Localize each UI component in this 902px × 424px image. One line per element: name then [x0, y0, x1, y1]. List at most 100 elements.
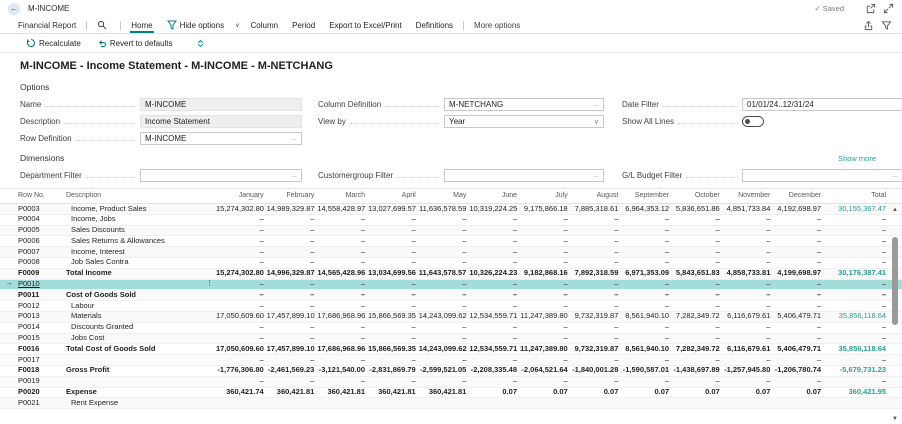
row-no-cell[interactable]: P0003	[18, 204, 66, 215]
total-value-cell[interactable]: 35,856,118.64	[824, 344, 886, 355]
description-cell[interactable]: Income, Product Sales	[66, 204, 216, 215]
column-header-row-no-[interactable]: Row No.	[18, 191, 66, 202]
description-cell[interactable]: Sales Returns & Allowances	[66, 236, 216, 247]
column-header-february[interactable]: February	[267, 191, 318, 202]
row-no-cell[interactable]: P0007	[18, 247, 66, 258]
description-cell[interactable]: ⋮	[66, 279, 216, 290]
grid-row[interactable]: P0012Labour–––––––––––––	[0, 301, 902, 312]
row-definition-field[interactable]: M-INCOME...	[140, 132, 302, 145]
grid-row[interactable]: P0006Sales Returns & Allowances–––––––––…	[0, 236, 902, 247]
description-cell[interactable]: Income, Interest	[66, 247, 216, 258]
description-cell[interactable]: Gross Profit	[66, 365, 216, 376]
grid-row[interactable]: P0007Income, Interest–––––––––––––	[0, 247, 902, 258]
total-value-cell[interactable]: 30,155,367.47	[824, 204, 886, 215]
grid-row[interactable]: P0017–––––––––––––	[0, 355, 902, 366]
row-no-cell[interactable]: P0019	[18, 376, 66, 387]
row-no-cell[interactable]: P0017	[18, 355, 66, 366]
show-all-lines-toggle[interactable]	[742, 116, 764, 127]
row-no-cell[interactable]: P0015	[18, 333, 66, 344]
scroll-down-icon[interactable]: ▼	[892, 414, 898, 424]
assist-edit-icon[interactable]: ...	[593, 172, 599, 179]
assist-edit-icon[interactable]: ...	[593, 101, 599, 108]
grid-row[interactable]: P0003Income, Product Sales15,274,302.801…	[0, 204, 902, 215]
row-no-cell[interactable]: P0004	[18, 214, 66, 225]
row-no-cell[interactable]: P0014	[18, 322, 66, 333]
row-no-cell[interactable]: P0020	[18, 387, 66, 398]
column-header-october[interactable]: October	[672, 191, 723, 202]
grid-row[interactable]: →P0010⋮–––––––––––––	[0, 280, 902, 291]
department-filter-field[interactable]: ...	[140, 169, 302, 182]
description-cell[interactable]: Rent Expense	[66, 398, 216, 409]
more-options-button[interactable]: More options	[467, 17, 527, 33]
grid-row[interactable]: F0018Gross Profit-1,776,306.80-2,461,569…	[0, 366, 902, 377]
assist-edit-icon[interactable]: ...	[291, 172, 297, 179]
search-button[interactable]	[90, 17, 117, 33]
grid-row[interactable]: P0008Job Sales Contra–––––––––––––	[0, 258, 902, 269]
tab-home[interactable]: Home	[124, 17, 159, 33]
column-header-november[interactable]: November	[723, 191, 774, 202]
description-cell[interactable]: Cost of Goods Sold	[66, 290, 216, 301]
scroll-up-icon[interactable]: ▲	[892, 205, 898, 215]
row-no-cell[interactable]: P0013	[18, 311, 66, 322]
grid-row[interactable]: P0021Rent Expense	[0, 398, 902, 409]
description-cell[interactable]: Sales Discounts	[66, 225, 216, 236]
grid-row[interactable]: F0009Total Income15,274,302.8014,996,329…	[0, 269, 902, 280]
column-header-may[interactable]: May	[419, 191, 470, 202]
row-no-cell[interactable]: P0008	[18, 257, 66, 268]
view-by-select[interactable]: Year∨	[444, 115, 604, 128]
column-header-march[interactable]: March	[317, 191, 368, 202]
name-field[interactable]: M-INCOME	[140, 98, 302, 111]
show-more-link[interactable]: Show more	[838, 154, 876, 163]
assist-edit-icon[interactable]: ...	[291, 135, 297, 142]
column-header-description[interactable]: Description	[66, 191, 216, 202]
description-cell[interactable]: Expense	[66, 387, 216, 398]
column-header-august[interactable]: August	[571, 191, 622, 202]
column-header-january[interactable]: January	[216, 191, 267, 202]
row-menu-icon[interactable]: ⋮	[206, 279, 216, 290]
description-cell[interactable]: Total Cost of Goods Sold	[66, 344, 216, 355]
expand-icon[interactable]	[883, 3, 894, 14]
row-no-cell[interactable]: P0005	[18, 225, 66, 236]
description-cell[interactable]: Discounts Granted	[66, 322, 216, 333]
grid-row[interactable]: P0013Materials17,050,609.6017,457,899.10…	[0, 312, 902, 323]
row-no-cell[interactable]: F0009	[18, 268, 66, 279]
row-no-cell[interactable]: P0006	[18, 236, 66, 247]
tab-column[interactable]: Column	[243, 17, 285, 33]
tab-definitions[interactable]: Definitions	[409, 17, 460, 33]
description-cell[interactable]: Total Income	[66, 268, 216, 279]
scrollbar-track[interactable]	[891, 215, 899, 414]
description-field[interactable]: Income Statement	[140, 115, 302, 128]
recalculate-button[interactable]: Recalculate	[26, 38, 81, 48]
column-header-april[interactable]: April	[368, 191, 419, 202]
column-header-september[interactable]: September	[621, 191, 672, 202]
customergroup-filter-field[interactable]: ...	[444, 169, 604, 182]
description-cell[interactable]: Jobs Cost	[66, 333, 216, 344]
hide-options-button[interactable]: Hide options	[160, 17, 231, 33]
hide-options-dropdown[interactable]: ∨	[231, 22, 243, 29]
column-definition-field[interactable]: M-NETCHANG...	[444, 98, 604, 111]
share-icon[interactable]	[863, 20, 874, 31]
assist-edit-icon[interactable]: ...	[892, 172, 898, 179]
scrollbar-thumb[interactable]	[892, 237, 898, 325]
description-cell[interactable]: Job Sales Contra	[66, 257, 216, 268]
grid-row[interactable]: P0020Expense360,421.74360,421.81360,421.…	[0, 388, 902, 399]
grid-row[interactable]: P0019–––––––––––––	[0, 377, 902, 388]
grid-row[interactable]: P0011Cost of Goods Sold–––––––––––––	[0, 290, 902, 301]
total-value-cell[interactable]: 30,176,387.41	[824, 268, 886, 279]
row-no-cell[interactable]: P0021	[18, 398, 66, 409]
vertical-scrollbar[interactable]: ▲ ▼	[889, 205, 901, 424]
grid-row[interactable]: P0015Jobs Cost–––––––––––––	[0, 334, 902, 345]
popout-icon[interactable]	[865, 3, 876, 14]
grid-row[interactable]: P0005Sales Discounts–––––––––––––	[0, 226, 902, 237]
row-no-cell[interactable]: P0011	[18, 290, 66, 301]
tab-export[interactable]: Export to Excel/Print	[322, 17, 408, 33]
description-cell[interactable]: Income, Jobs	[66, 214, 216, 225]
column-header-total[interactable]: Total	[824, 191, 886, 202]
description-cell[interactable]: Labour	[66, 301, 216, 312]
description-cell[interactable]: Materials	[66, 311, 216, 322]
column-header-december[interactable]: December	[773, 191, 824, 202]
total-value-cell[interactable]: -5,679,731.23	[824, 365, 886, 376]
gl-budget-filter-field[interactable]: ...	[742, 169, 902, 182]
dimensions-section-label[interactable]: Dimensions Show more	[0, 145, 902, 167]
collapse-icon[interactable]	[196, 39, 205, 48]
